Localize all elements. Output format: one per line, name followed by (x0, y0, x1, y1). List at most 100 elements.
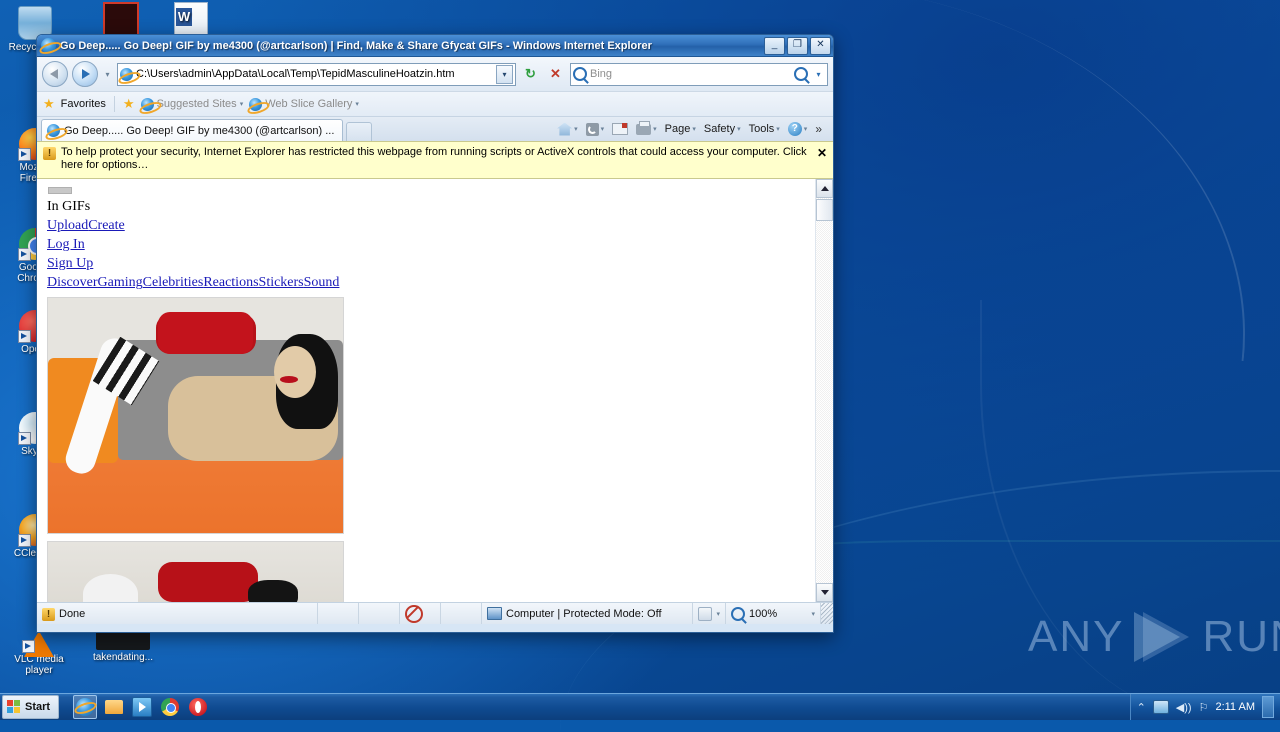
favorites-star-icon[interactable]: ★ (43, 96, 55, 112)
back-button[interactable] (42, 61, 68, 87)
recent-pages-dropdown[interactable]: ▾ (102, 70, 113, 79)
taskbar-item-internet-explorer[interactable] (73, 695, 98, 719)
link-gaming[interactable]: Gaming (98, 275, 143, 290)
volume-icon[interactable]: ◀)) (1176, 701, 1192, 714)
clock[interactable]: 2:11 AM (1215, 701, 1255, 713)
favorites-button-label[interactable]: Favorites (61, 98, 106, 110)
page-nav-links-row: DiscoverGamingCelebritiesReactionsSticke… (47, 273, 815, 292)
address-dropdown-button[interactable]: ▾ (496, 64, 513, 84)
search-icon (573, 67, 587, 81)
show-desktop-button[interactable] (1262, 696, 1274, 718)
show-hidden-icons-button[interactable]: ⌃ (1137, 701, 1146, 714)
broken-image-placeholder (48, 187, 72, 194)
network-icon[interactable] (1152, 700, 1169, 714)
chevron-down-icon: ▾ (692, 126, 696, 133)
search-go-button[interactable] (790, 65, 812, 84)
scrollbar-thumb[interactable] (816, 199, 833, 221)
page-menu-button[interactable]: Page ▾ (662, 123, 699, 135)
search-box[interactable]: Bing ▾ (570, 62, 828, 86)
tab-strip: Go Deep..... Go Deep! GIF by me4300 (@ar… (37, 116, 833, 141)
windows-logo-icon (7, 700, 21, 714)
refresh-button[interactable]: ↻ (520, 64, 541, 85)
web-slice-gallery-item[interactable]: Web Slice Gallery ▾ (249, 97, 359, 111)
taskbar-item-google-chrome[interactable] (159, 696, 181, 718)
tab-0[interactable]: Go Deep..... Go Deep! GIF by me4300 (@ar… (41, 119, 344, 141)
chevron-down-icon: ▾ (776, 126, 780, 133)
close-button[interactable]: ✕ (810, 36, 831, 55)
forward-button[interactable] (72, 61, 98, 87)
chevron-down-icon: ▾ (355, 101, 359, 108)
internet-explorer-icon (76, 698, 95, 716)
address-input[interactable]: C:\Users\admin\AppData\Local\Temp\TepidM… (136, 68, 493, 80)
link-log-in[interactable]: Log In (47, 237, 85, 252)
chevron-down-icon: ▾ (653, 126, 657, 133)
address-bar[interactable]: C:\Users\admin\AppData\Local\Temp\TepidM… (117, 62, 516, 86)
security-zone-text: Computer | Protected Mode: Off (506, 607, 662, 620)
add-to-favorites-icon[interactable]: ★ (123, 96, 135, 112)
help-menu-button[interactable]: ? ▾ (785, 122, 811, 136)
embedded-gif-1[interactable] (47, 297, 344, 534)
printer-icon (636, 120, 652, 135)
rss-feed-icon (585, 122, 599, 136)
taskbar-item-windows-explorer[interactable] (103, 696, 125, 718)
link-create[interactable]: Create (88, 218, 125, 233)
search-input[interactable]: Bing (590, 68, 790, 80)
link-upload[interactable]: Upload (47, 218, 88, 233)
scroll-up-button[interactable] (816, 179, 833, 198)
zoom-level-cell[interactable]: 100% ▾ (726, 603, 821, 624)
play-triangle-icon (1134, 612, 1192, 662)
chevron-down-icon: ▾ (737, 126, 741, 133)
stop-button[interactable]: ✕ (545, 64, 566, 85)
word-document-icon (174, 2, 208, 36)
toolbar-separator (113, 96, 115, 112)
link-sign-up[interactable]: Sign Up (47, 256, 93, 271)
command-bar-overflow-button[interactable]: » (812, 122, 825, 136)
link-discover[interactable]: Discover (47, 275, 98, 290)
zone-options-cell[interactable]: ▾ (693, 603, 726, 624)
blocked-content-cell[interactable] (400, 603, 441, 624)
link-sound[interactable]: Sound (304, 275, 340, 290)
suggested-sites-item[interactable]: Suggested Sites ▾ (140, 97, 243, 111)
link-stickers[interactable]: Stickers (259, 275, 304, 290)
internet-explorer-window[interactable]: Go Deep..... Go Deep! GIF by me4300 (@ar… (36, 34, 834, 633)
resize-grip[interactable] (821, 603, 833, 624)
link-reactions[interactable]: Reactions (203, 275, 258, 290)
status-blank-cell-2 (359, 603, 400, 624)
warning-icon: ! (42, 607, 55, 621)
computer-icon (487, 607, 502, 620)
feeds-button[interactable]: ▾ (583, 122, 608, 136)
mail-button[interactable] (609, 123, 631, 135)
information-bar-text: To help protect your security, Internet … (61, 146, 807, 171)
new-tab-button[interactable] (346, 122, 373, 141)
information-bar-close-button[interactable]: ✕ (817, 146, 827, 160)
start-button-label: Start (25, 701, 51, 713)
tools-menu-button[interactable]: Tools ▾ (746, 123, 783, 135)
web-slice-gallery-label: Web Slice Gallery (265, 98, 353, 110)
home-button[interactable]: ▾ (554, 122, 581, 136)
security-information-bar[interactable]: ! To help protect your security, Interne… (37, 141, 833, 179)
watermark-right-text: RUN (1202, 612, 1280, 661)
start-button[interactable]: Start (2, 695, 60, 719)
embedded-gif-2[interactable] (47, 541, 344, 602)
scrollbar-track[interactable] (816, 222, 833, 583)
safety-menu-button[interactable]: Safety ▾ (701, 123, 744, 135)
minimize-button[interactable]: _ (764, 36, 785, 55)
blocked-content-icon (405, 604, 423, 623)
search-provider-dropdown[interactable]: ▾ (812, 70, 825, 79)
maximize-button[interactable]: ❐ (787, 36, 808, 55)
window-titlebar[interactable]: Go Deep..... Go Deep! GIF by me4300 (@ar… (37, 35, 833, 57)
chevron-down-icon: ▾ (811, 610, 815, 618)
link-celebrities[interactable]: Celebrities (143, 275, 204, 290)
desktop-icon-word-doc[interactable] (160, 2, 222, 38)
status-text-cell: ! Done (37, 603, 318, 624)
help-icon: ? (787, 122, 802, 136)
vertical-scrollbar[interactable] (815, 179, 833, 602)
action-center-flag-icon[interactable]: ⚐ (1199, 701, 1209, 714)
security-zone-cell[interactable]: Computer | Protected Mode: Off (482, 603, 694, 624)
chevron-down-icon: ▾ (716, 610, 720, 618)
taskbar-item-media-player[interactable] (131, 696, 153, 718)
taskbar-item-opera[interactable] (187, 696, 209, 718)
web-page-content[interactable]: In GIFs UploadCreate Log In Sign Up Disc… (37, 179, 815, 602)
scroll-down-button[interactable] (816, 583, 833, 602)
print-button[interactable]: ▾ (633, 120, 660, 135)
